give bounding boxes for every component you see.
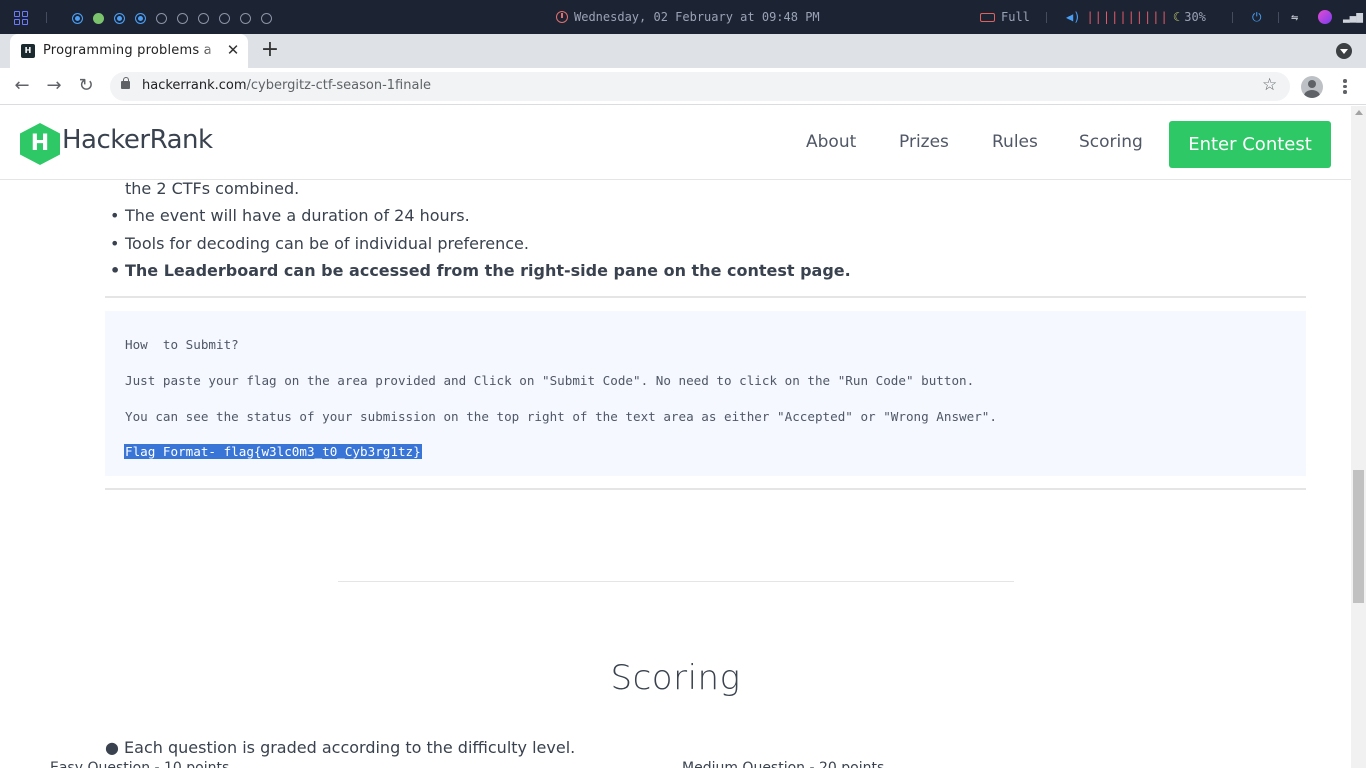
volume-indicator[interactable]: ◀) ||||||||||: [1066, 10, 1169, 24]
bookmark-star-icon[interactable]: ☆: [1262, 75, 1277, 95]
apps-grid-icon[interactable]: [14, 11, 28, 25]
reload-icon[interactable]: ↻: [74, 74, 98, 98]
url-domain: hackerrank.com: [142, 78, 247, 93]
page-scrollbar[interactable]: [1351, 106, 1366, 768]
browser-menu-icon[interactable]: [1337, 77, 1353, 97]
section-divider: [105, 488, 1306, 490]
submit-heading: How to Submit?: [125, 337, 239, 352]
address-bar[interactable]: hackerrank.com/cybergitz-ctf-season-1fin…: [110, 72, 1290, 101]
workspace-3[interactable]: [114, 13, 125, 24]
nav-about[interactable]: About: [806, 132, 856, 152]
workspace-6[interactable]: [177, 13, 188, 24]
scoring-heading: Scoring: [610, 658, 741, 698]
forward-icon[interactable]: →: [42, 74, 66, 98]
clock-text: Wednesday, 02 February at 09:48 PM: [574, 10, 820, 24]
lock-icon[interactable]: [121, 77, 130, 89]
logo-letter: H: [30, 131, 50, 156]
bullet: •: [110, 234, 120, 253]
battery-indicator[interactable]: Full: [980, 10, 1030, 24]
rules-list-item: • The Leaderboard can be accessed from th…: [105, 261, 851, 280]
workspace-8[interactable]: [219, 13, 230, 24]
url-text[interactable]: hackerrank.com/cybergitz-ctf-season-1fin…: [142, 78, 431, 93]
clock-icon: [556, 11, 568, 23]
close-tab-icon[interactable]: ✕: [224, 41, 242, 59]
rule-text: Tools for decoding can be of individual …: [125, 234, 529, 253]
moon-icon: ☾: [1173, 10, 1181, 24]
scoring-divider: [338, 581, 1014, 582]
logo-text[interactable]: HackerRank: [62, 125, 213, 155]
nav-rules[interactable]: Rules: [992, 132, 1038, 152]
new-tab-icon[interactable]: +: [259, 39, 281, 61]
workspace-9[interactable]: [240, 13, 251, 24]
nav-scoring[interactable]: Scoring: [1079, 132, 1143, 152]
site-header: H HackerRank About Prizes Rules Scoring …: [0, 106, 1351, 180]
url-path: /cybergitz-ctf-season-1finale: [246, 78, 432, 93]
submit-line-2: You can see the status of your submissio…: [125, 409, 997, 424]
workspace-5[interactable]: [156, 13, 167, 24]
app-tray-icon[interactable]: [1318, 10, 1332, 24]
bullet: •: [110, 206, 120, 225]
bullet: •: [110, 261, 121, 280]
submit-instructions-box: How to Submit? Just paste your flag on t…: [105, 311, 1306, 476]
rules-continued-text: the 2 CTFs combined.: [125, 179, 300, 198]
rule-text: The Leaderboard can be accessed from the…: [125, 261, 851, 280]
section-divider: [105, 296, 1306, 298]
browser-toolbar: ← → ↻ hackerrank.com/cybergitz-ctf-seaso…: [0, 68, 1366, 105]
workspace-1[interactable]: [72, 13, 83, 24]
brightness-label: 30%: [1184, 10, 1206, 24]
workspace-10[interactable]: [261, 13, 272, 24]
hackerrank-logo-icon[interactable]: H: [20, 123, 60, 165]
enter-contest-button[interactable]: Enter Contest: [1169, 121, 1331, 168]
speaker-icon: ◀): [1066, 10, 1081, 24]
flag-format-text[interactable]: Flag Format- flag{w3lc0m3_t0_Cyb3rg1tz}: [124, 444, 422, 459]
rules-list-item: • The event will have a duration of 24 ho…: [105, 206, 470, 225]
submit-line-1: Just paste your flag on the area provide…: [125, 373, 975, 388]
profile-avatar-icon[interactable]: [1301, 76, 1323, 98]
workspace-2[interactable]: [93, 13, 104, 24]
scoring-cut-left: Easy Question - 10 points: [50, 760, 230, 768]
tab-search-icon[interactable]: [1336, 43, 1352, 59]
nav-prizes[interactable]: Prizes: [899, 132, 949, 152]
os-separator: [1046, 12, 1047, 23]
volume-bars: ||||||||||: [1086, 10, 1169, 24]
scrollbar-thumb[interactable]: [1353, 470, 1364, 603]
signal-icon[interactable]: ▂▄▆: [1343, 10, 1363, 23]
rules-list-item: • Tools for decoding can be of individual…: [105, 234, 529, 253]
os-separator: [1232, 12, 1233, 23]
back-icon[interactable]: ←: [10, 74, 34, 98]
os-top-bar: Wednesday, 02 February at 09:48 PM Full …: [0, 0, 1366, 34]
browser-tab[interactable]: H Programming problems a ✕: [10, 34, 248, 68]
os-separator: [46, 12, 47, 23]
page-viewport: H HackerRank About Prizes Rules Scoring …: [0, 106, 1366, 768]
os-clock[interactable]: Wednesday, 02 February at 09:48 PM: [556, 10, 820, 24]
workspace-4[interactable]: [135, 13, 146, 24]
power-icon[interactable]: ⏻: [1252, 10, 1262, 25]
os-separator: [1278, 12, 1279, 23]
scoring-cut-right: Medium Question - 20 points: [682, 760, 885, 768]
tab-title: Programming problems a: [43, 43, 212, 58]
tab-title-fade: [200, 40, 224, 62]
workspace-7[interactable]: [198, 13, 209, 24]
rule-text: The event will have a duration of 24 hou…: [125, 206, 470, 225]
hackerrank-favicon-icon: H: [21, 44, 35, 58]
brightness-indicator[interactable]: ☾ 30%: [1173, 10, 1206, 24]
network-icon[interactable]: ⇋: [1291, 10, 1298, 24]
scoring-line: ● Each question is graded according to t…: [105, 738, 576, 757]
battery-label: Full: [1001, 10, 1030, 24]
scroll-up-icon[interactable]: [1355, 110, 1363, 115]
battery-icon: [980, 13, 995, 22]
tab-strip: H Programming problems a ✕ +: [0, 34, 1366, 68]
